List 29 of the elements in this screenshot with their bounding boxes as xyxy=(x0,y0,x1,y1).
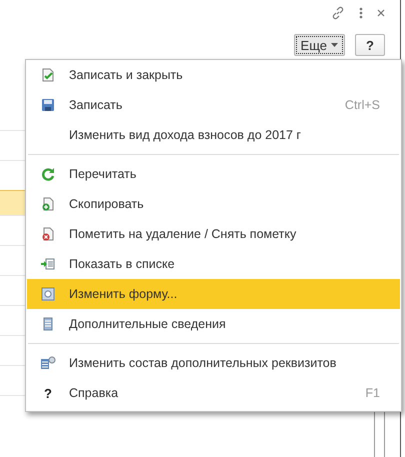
shortcut-label: Ctrl+S xyxy=(344,98,380,112)
refresh-icon xyxy=(41,167,55,181)
form-settings-icon xyxy=(41,287,55,301)
document-check-icon xyxy=(41,68,55,82)
menu-item[interactable]: Записать Ctrl+S xyxy=(27,90,400,120)
menu-item[interactable]: Изменить вид дохода взносов до 2017 г xyxy=(27,120,400,150)
document-delete-icon xyxy=(41,227,55,241)
shortcut-label: F1 xyxy=(365,386,380,400)
menu-item[interactable]: Записать и закрыть xyxy=(27,60,400,90)
menu-item[interactable]: Дополнительные сведения xyxy=(27,309,400,339)
help-button[interactable]: ? xyxy=(355,34,385,56)
menu-item[interactable]: ? Справка F1 xyxy=(27,378,400,408)
list-arrow-icon xyxy=(41,257,55,271)
menu-item[interactable]: Изменить состав дополнительных реквизитов xyxy=(27,348,400,378)
close-icon[interactable] xyxy=(377,9,385,17)
help-icon: ? xyxy=(44,386,52,400)
menu-item[interactable]: Перечитать xyxy=(27,159,400,189)
more-button[interactable]: Еще xyxy=(294,34,345,56)
highlighted-row xyxy=(0,190,25,215)
list-gear-icon xyxy=(40,356,56,370)
menu-item[interactable]: Показать в списке xyxy=(27,249,400,279)
menu-item[interactable]: Пометить на удаление / Снять пометку xyxy=(27,219,400,249)
menu-item[interactable]: Скопировать xyxy=(27,189,400,219)
more-icon[interactable] xyxy=(359,7,363,19)
document-lines-icon xyxy=(41,317,55,331)
menu-item[interactable]: Изменить форму... xyxy=(27,279,400,309)
document-plus-icon xyxy=(41,197,55,211)
link-icon[interactable] xyxy=(331,6,345,20)
caret-icon xyxy=(331,43,338,47)
